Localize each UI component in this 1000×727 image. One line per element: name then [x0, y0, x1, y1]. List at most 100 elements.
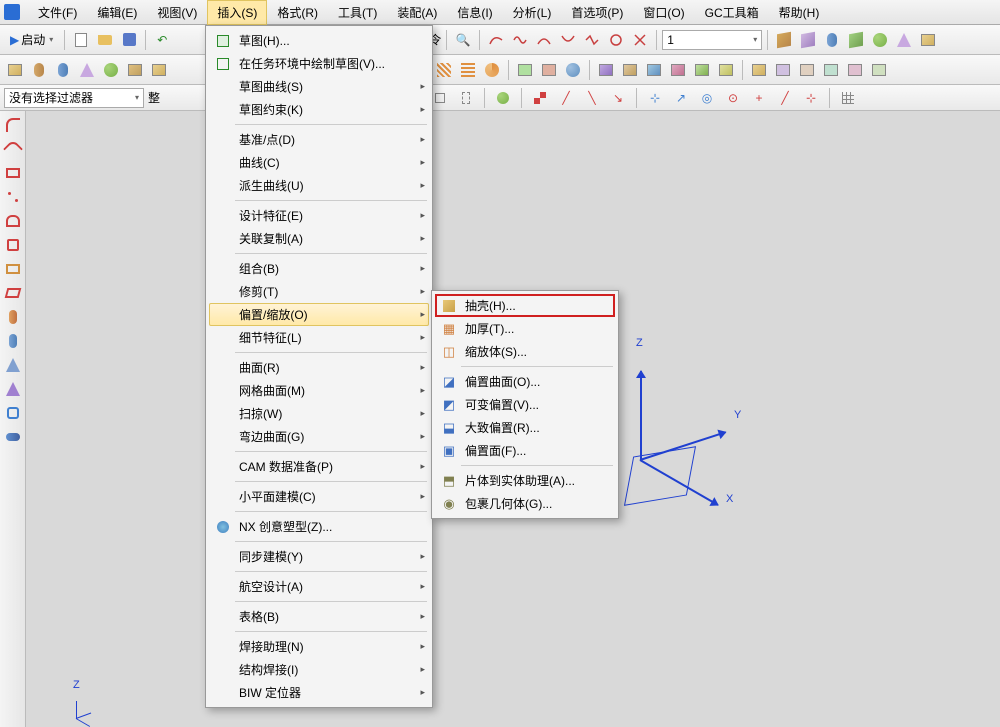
surf4-icon[interactable]	[667, 59, 689, 81]
spline1-icon[interactable]	[485, 29, 507, 51]
cone-icon[interactable]	[893, 29, 915, 51]
submenu-item-var-offset[interactable]: ◩可变偏置(V)...	[435, 393, 615, 416]
menu-item-曲面R[interactable]: 曲面(R)▸	[209, 356, 429, 379]
spline6-icon[interactable]	[605, 29, 627, 51]
surf6-icon[interactable]	[715, 59, 737, 81]
extrude-icon[interactable]	[4, 59, 26, 81]
menu-item-扫掠W[interactable]: 扫掠(W)▸	[209, 402, 429, 425]
lt-shape3-icon[interactable]	[3, 259, 23, 279]
snap7-icon[interactable]: ◎	[696, 87, 718, 109]
menu-item-设计特征E[interactable]: 设计特征(E)▸	[209, 204, 429, 227]
submenu-item-sheet-solid[interactable]: ⬒片体到实体助理(A)...	[435, 469, 615, 492]
pattern2-icon[interactable]	[457, 59, 479, 81]
lt-dots-icon[interactable]	[3, 187, 23, 207]
submenu-item-rough-offset[interactable]: ⬓大致偏置(R)...	[435, 416, 615, 439]
misc5-icon[interactable]	[844, 59, 866, 81]
menu-window[interactable]: 窗口(O)	[633, 0, 694, 25]
menu-edit[interactable]: 编辑(E)	[87, 0, 147, 25]
intersect-icon[interactable]	[562, 59, 584, 81]
menu-item-在任务环境中绘制草图V[interactable]: 在任务环境中绘制草图(V)...	[209, 52, 429, 75]
snap6-icon[interactable]: ↗	[670, 87, 692, 109]
menu-item-曲线C[interactable]: 曲线(C)▸	[209, 151, 429, 174]
snap9-icon[interactable]: +	[748, 87, 770, 109]
lt-tube-icon[interactable]	[3, 427, 23, 447]
misc1-icon[interactable]	[748, 59, 770, 81]
menu-item-NX 创意塑型Z[interactable]: NX 创意塑型(Z)...	[209, 515, 429, 538]
snap4-icon[interactable]: ↘	[607, 87, 629, 109]
lt-cone-icon[interactable]	[3, 355, 23, 375]
menu-help[interactable]: 帮助(H)	[769, 0, 830, 25]
menu-item-派生曲线U[interactable]: 派生曲线(U)▸	[209, 174, 429, 197]
menu-item-偏置-缩放O[interactable]: 偏置/缩放(O)▸	[209, 303, 429, 326]
menu-insert[interactable]: 插入(S)	[207, 0, 267, 25]
search-icon[interactable]: 🔍	[452, 29, 474, 51]
spline2-icon[interactable]	[509, 29, 531, 51]
menu-analysis[interactable]: 分析(L)	[503, 0, 562, 25]
misc6-icon[interactable]	[868, 59, 890, 81]
menu-view[interactable]: 视图(V)	[147, 0, 207, 25]
menu-format[interactable]: 格式(R)	[267, 0, 328, 25]
coordinate-system[interactable]: Z Y X	[620, 351, 740, 511]
spline5-icon[interactable]	[581, 29, 603, 51]
spline4-icon[interactable]	[557, 29, 579, 51]
misc2-icon[interactable]	[772, 59, 794, 81]
surf1-icon[interactable]	[595, 59, 617, 81]
submenu-item-offset-surf[interactable]: ◪偏置曲面(O)...	[435, 370, 615, 393]
box2-icon[interactable]	[797, 29, 819, 51]
snap2-icon[interactable]: ╱	[555, 87, 577, 109]
surf3-icon[interactable]	[643, 59, 665, 81]
menu-preferences[interactable]: 首选项(P)	[561, 0, 633, 25]
snap1-icon[interactable]	[529, 87, 551, 109]
lt-shape2-icon[interactable]	[3, 235, 23, 255]
save-icon[interactable]	[118, 29, 140, 51]
snap11-icon[interactable]: ⊹	[800, 87, 822, 109]
spline3-icon[interactable]	[533, 29, 555, 51]
menu-item-同步建模Y[interactable]: 同步建模(Y)▸	[209, 545, 429, 568]
revolve-icon[interactable]	[28, 59, 50, 81]
lt-shape4-icon[interactable]	[3, 283, 23, 303]
cone2-icon[interactable]	[76, 59, 98, 81]
menu-item-草图H[interactable]: 草图(H)...	[209, 29, 429, 52]
menu-item-细节特征L[interactable]: 细节特征(L)▸	[209, 326, 429, 349]
snap8-icon[interactable]: ⊙	[722, 87, 744, 109]
menu-item-网格曲面M[interactable]: 网格曲面(M)▸	[209, 379, 429, 402]
selection-filter-dropdown[interactable]: 没有选择过滤器▾	[4, 88, 144, 108]
toolbar-num-dropdown[interactable]: 1▾	[662, 30, 762, 50]
menu-item-草图约束K[interactable]: 草图约束(K)▸	[209, 98, 429, 121]
misc4-icon[interactable]	[820, 59, 842, 81]
pattern1-icon[interactable]	[433, 59, 455, 81]
box-icon[interactable]	[773, 29, 795, 51]
unite-icon[interactable]	[514, 59, 536, 81]
menu-item-基准-点D[interactable]: 基准/点(D)▸	[209, 128, 429, 151]
lt-cyl-icon[interactable]	[3, 307, 23, 327]
cyl2-icon[interactable]	[52, 59, 74, 81]
menu-item-表格B[interactable]: 表格(B)▸	[209, 605, 429, 628]
submenu-item-shell[interactable]: 抽壳(H)...	[435, 294, 615, 317]
menu-assembly[interactable]: 装配(A)	[387, 0, 447, 25]
menu-item-弯边曲面G[interactable]: 弯边曲面(G)▸	[209, 425, 429, 448]
snap5-icon[interactable]: ⊹	[644, 87, 666, 109]
submenu-item-offset-face[interactable]: ▣偏置面(F)...	[435, 439, 615, 462]
menu-item-小平面建模C[interactable]: 小平面建模(C)▸	[209, 485, 429, 508]
lt-rect-icon[interactable]	[3, 163, 23, 183]
lt-cyl2-icon[interactable]	[3, 331, 23, 351]
sphere2-icon[interactable]	[100, 59, 122, 81]
open-icon[interactable]	[94, 29, 116, 51]
lt-shape5-icon[interactable]	[3, 403, 23, 423]
cyl-icon[interactable]	[821, 29, 843, 51]
new-icon[interactable]	[70, 29, 92, 51]
snap10-icon[interactable]: ╱	[774, 87, 796, 109]
menu-gc-toolbox[interactable]: GC工具箱	[695, 0, 769, 25]
spline7-icon[interactable]	[629, 29, 651, 51]
subtract-icon[interactable]	[538, 59, 560, 81]
undo-icon[interactable]: ↶	[151, 29, 173, 51]
lt-curve2-icon[interactable]	[3, 139, 23, 159]
hole-icon[interactable]	[124, 59, 146, 81]
menu-item-修剪T[interactable]: 修剪(T)▸	[209, 280, 429, 303]
surf2-icon[interactable]	[619, 59, 641, 81]
menu-info[interactable]: 信息(I)	[447, 0, 502, 25]
snap3-icon[interactable]: ╲	[581, 87, 603, 109]
menu-item-CAM 数据准备P[interactable]: CAM 数据准备(P)▸	[209, 455, 429, 478]
lt-curve1-icon[interactable]	[3, 115, 23, 135]
pattern3-icon[interactable]	[481, 59, 503, 81]
